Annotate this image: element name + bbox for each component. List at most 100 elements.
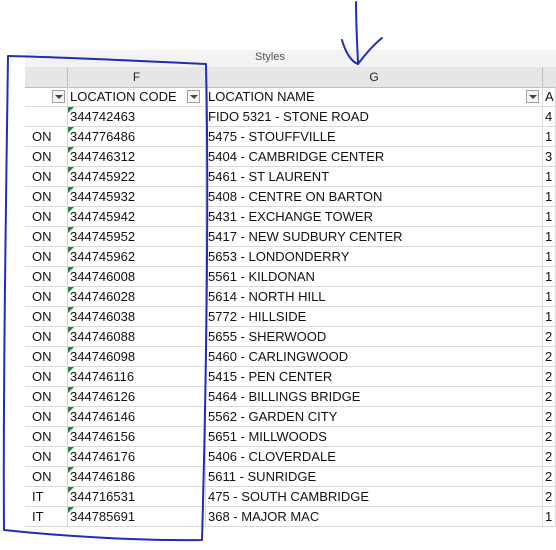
cell-province[interactable]: ON <box>25 407 68 427</box>
cell-location-code[interactable]: 344746098 <box>68 347 206 367</box>
cell-province[interactable]: ON <box>25 147 68 167</box>
cell-location-code[interactable]: 344716531 <box>68 487 206 507</box>
cell-province[interactable]: ON <box>25 127 68 147</box>
cell-location-name[interactable]: 5406 - CLOVERDALE <box>206 447 543 467</box>
cell-column-h[interactable]: 1 <box>543 247 556 267</box>
cell-column-h[interactable]: 4 <box>543 107 556 127</box>
cell-location-code[interactable]: 344785691 <box>68 507 206 527</box>
cell-location-code[interactable]: 344746008 <box>68 267 206 287</box>
cell-province[interactable]: ON <box>25 167 68 187</box>
cell-location-code[interactable]: 344746146 <box>68 407 206 427</box>
cell-province[interactable]: ON <box>25 447 68 467</box>
cell-location-name[interactable]: 5655 - SHERWOOD <box>206 327 543 347</box>
cell-location-code[interactable]: 344745922 <box>68 167 206 187</box>
cell-location-name[interactable]: 5461 - ST LAURENT <box>206 167 543 187</box>
cell-location-code[interactable]: 344745932 <box>68 187 206 207</box>
header-cell-location-code[interactable]: LOCATION CODE <box>68 87 206 107</box>
header-cell-location-name[interactable]: LOCATION NAME <box>206 87 543 107</box>
column-header-h[interactable] <box>543 67 556 87</box>
cell-column-h[interactable]: 3 <box>543 147 556 167</box>
cell-column-h[interactable]: 1 <box>543 127 556 147</box>
cell-location-name[interactable]: 5460 - CARLINGWOOD <box>206 347 543 367</box>
cell-location-code[interactable]: 344745952 <box>68 227 206 247</box>
cell-location-code[interactable]: 344742463 <box>68 107 206 127</box>
cell-location-name[interactable]: 5651 - MILLWOODS <box>206 427 543 447</box>
cell-column-h[interactable]: 2 <box>543 407 556 427</box>
cell-column-h[interactable]: 2 <box>543 467 556 487</box>
cell-location-code[interactable]: 344776486 <box>68 127 206 147</box>
header-label-h: A <box>545 89 554 104</box>
cell-province[interactable]: ON <box>25 227 68 247</box>
header-cell-h[interactable]: A <box>543 87 556 107</box>
cell-province[interactable]: ON <box>25 427 68 447</box>
cell-column-h[interactable]: 2 <box>543 347 556 367</box>
cell-location-name[interactable]: 5611 - SUNRIDGE <box>206 467 543 487</box>
column-header-g[interactable]: G <box>206 67 543 87</box>
cell-location-name[interactable]: 5415 - PEN CENTER <box>206 367 543 387</box>
cell-province[interactable]: ON <box>25 307 68 327</box>
cell-column-h[interactable]: 1 <box>543 307 556 327</box>
cell-location-name[interactable]: 5772 - HILLSIDE <box>206 307 543 327</box>
cell-location-code[interactable]: 344745962 <box>68 247 206 267</box>
cell-location-code[interactable]: 344746088 <box>68 327 206 347</box>
cell-province[interactable]: ON <box>25 327 68 347</box>
cell-location-name[interactable]: 5561 - KILDONAN <box>206 267 543 287</box>
cell-location-code-text: 344746028 <box>70 289 136 304</box>
cell-location-name[interactable]: 475 - SOUTH CAMBRIDGE <box>206 487 543 507</box>
cell-province[interactable]: ON <box>25 267 68 287</box>
cell-location-code[interactable]: 344746312 <box>68 147 206 167</box>
cell-column-h[interactable]: 2 <box>543 387 556 407</box>
cell-location-name[interactable]: 5653 - LONDONDERRY <box>206 247 543 267</box>
cell-province[interactable]: ON <box>25 287 68 307</box>
cell-location-code[interactable]: 344746028 <box>68 287 206 307</box>
cell-location-name[interactable]: 5464 - BILLINGS BRIDGE <box>206 387 543 407</box>
cell-location-name[interactable]: FIDO 5321 - STONE ROAD <box>206 107 543 127</box>
cell-column-h[interactable]: 2 <box>543 487 556 507</box>
cell-province[interactable]: ON <box>25 247 68 267</box>
cell-column-h[interactable]: 1 <box>543 507 556 527</box>
cell-location-name[interactable]: 5408 - CENTRE ON BARTON <box>206 187 543 207</box>
cell-province[interactable]: IT <box>25 507 68 527</box>
cell-location-name[interactable]: 368 - MAJOR MAC <box>206 507 543 527</box>
cell-location-code[interactable]: 344746116 <box>68 367 206 387</box>
table-row: IT 344716531 475 - SOUTH CAMBRIDGE 2 <box>25 487 556 507</box>
cell-province[interactable]: ON <box>25 367 68 387</box>
cell-location-code[interactable]: 344746156 <box>68 427 206 447</box>
cell-location-code[interactable]: 344746186 <box>68 467 206 487</box>
header-cell-e[interactable] <box>25 87 68 107</box>
cell-column-h[interactable]: 1 <box>543 187 556 207</box>
cell-location-name[interactable]: 5431 - EXCHANGE TOWER <box>206 207 543 227</box>
cell-column-h[interactable]: 1 <box>543 227 556 247</box>
filter-dropdown-icon[interactable] <box>526 90 539 103</box>
cell-location-name[interactable]: 5404 - CAMBRIDGE CENTER <box>206 147 543 167</box>
cell-column-h[interactable]: 1 <box>543 287 556 307</box>
column-header-e[interactable] <box>25 67 68 87</box>
cell-location-name[interactable]: 5614 - NORTH HILL <box>206 287 543 307</box>
cell-province[interactable]: IT <box>25 487 68 507</box>
cell-location-code[interactable]: 344745942 <box>68 207 206 227</box>
cell-province[interactable]: ON <box>25 207 68 227</box>
cell-location-name[interactable]: 5475 - STOUFFVILLE <box>206 127 543 147</box>
cell-column-h[interactable]: 2 <box>543 327 556 347</box>
cell-location-code[interactable]: 344746126 <box>68 387 206 407</box>
cell-province[interactable]: ON <box>25 347 68 367</box>
cell-province[interactable]: ON <box>25 387 68 407</box>
cell-province[interactable] <box>25 107 68 127</box>
cell-column-h[interactable]: 1 <box>543 167 556 187</box>
cell-location-code-text: 344745922 <box>70 169 136 184</box>
cell-column-h[interactable]: 2 <box>543 427 556 447</box>
filter-dropdown-icon[interactable] <box>187 90 200 103</box>
cell-location-code[interactable]: 344746038 <box>68 307 206 327</box>
cell-province[interactable]: ON <box>25 187 68 207</box>
cell-location-name[interactable]: 5562 - GARDEN CITY <box>206 407 543 427</box>
cell-location-code[interactable]: 344746176 <box>68 447 206 467</box>
cell-province-text: ON <box>32 129 52 144</box>
cell-column-h[interactable]: 2 <box>543 447 556 467</box>
filter-dropdown-icon[interactable] <box>52 90 65 103</box>
cell-location-name[interactable]: 5417 - NEW SUDBURY CENTER <box>206 227 543 247</box>
cell-column-h[interactable]: 1 <box>543 267 556 287</box>
cell-province[interactable]: ON <box>25 467 68 487</box>
cell-column-h[interactable]: 2 <box>543 367 556 387</box>
column-header-f[interactable]: F <box>68 67 206 87</box>
cell-column-h[interactable]: 1 <box>543 207 556 227</box>
